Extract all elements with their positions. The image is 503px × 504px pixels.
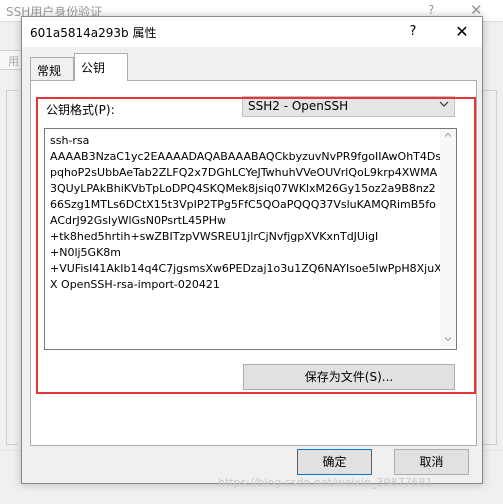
public-key-text[interactable]: ssh-rsa AAAAB3NzaC1yc2EAAAADAQABAAABAQCk… bbox=[50, 133, 442, 293]
close-button[interactable]: ✕ bbox=[448, 19, 476, 45]
save-as-file-button[interactable]: 保存为文件(S)... bbox=[243, 364, 455, 390]
background-tab-edge: 用 bbox=[0, 50, 22, 70]
chevron-down-icon bbox=[439, 99, 449, 112]
key-format-value: SSH2 - OpenSSH bbox=[248, 99, 349, 113]
public-key-textarea[interactable]: ssh-rsa AAAAB3NzaC1yc2EAAAADAQABAAABAQCk… bbox=[44, 128, 457, 350]
watermark-text: https://blog.csdn.net/weixin_39877681 bbox=[218, 476, 433, 489]
background-groupbox-right bbox=[483, 90, 497, 445]
dialog-titlebar[interactable]: 601a5814a293b 属性 ? ✕ bbox=[22, 17, 482, 47]
scroll-up-icon[interactable] bbox=[440, 129, 456, 145]
background-help-icon: ? bbox=[428, 3, 435, 17]
dialog-title: 601a5814a293b 属性 bbox=[30, 26, 157, 40]
cancel-button[interactable]: 取消 bbox=[394, 449, 469, 475]
textarea-scrollbar[interactable] bbox=[440, 129, 456, 349]
help-button[interactable]: ? bbox=[402, 21, 424, 43]
background-groupbox-left bbox=[6, 90, 18, 445]
ok-button[interactable]: 确定 bbox=[297, 449, 372, 475]
tab-public-key[interactable]: 公钥 bbox=[74, 53, 128, 81]
key-format-select[interactable]: SSH2 - OpenSSH bbox=[242, 96, 455, 117]
key-format-label: 公钥格式(P): bbox=[46, 103, 115, 117]
scroll-down-icon[interactable] bbox=[440, 333, 456, 349]
properties-dialog: 601a5814a293b 属性 ? ✕ 常规 公钥 公钥格式(P): SSH2… bbox=[21, 16, 483, 484]
tab-general[interactable]: 常规 bbox=[30, 57, 74, 80]
